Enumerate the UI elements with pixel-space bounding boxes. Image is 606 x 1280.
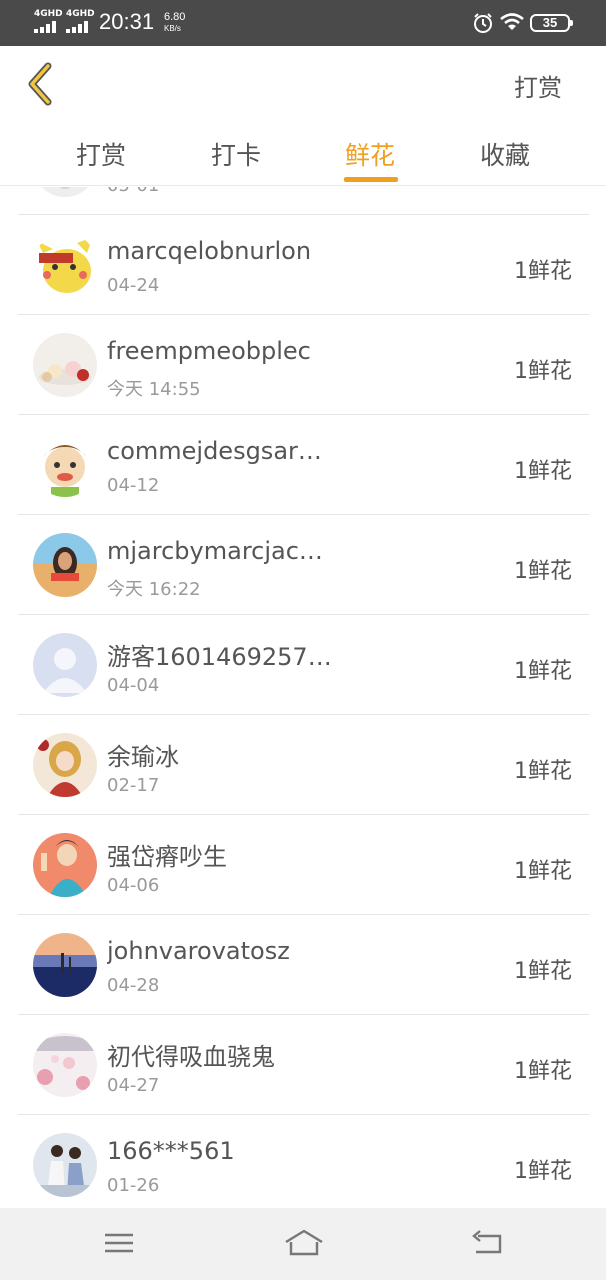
- return-icon[interactable]: [470, 1228, 504, 1258]
- wifi-icon: [500, 12, 524, 32]
- avatar: [33, 1133, 97, 1197]
- user-name: 初代得吸血骁鬼: [107, 1037, 275, 1072]
- tab-flowers[interactable]: 鲜花: [330, 136, 410, 172]
- list-item[interactable]: freempmeobplec 今天 14:55 1鲜花: [18, 315, 589, 415]
- item-date: 01-26: [107, 1175, 159, 1196]
- user-name: mjarcbymarcjac…: [107, 537, 323, 565]
- network-speed-unit: KB/s: [164, 23, 185, 34]
- avatar: [33, 433, 97, 497]
- tab-bar: 打赏 打卡 鲜花 收藏: [0, 124, 606, 186]
- list-item[interactable]: 166***561 01-26 1鲜花: [18, 1115, 589, 1208]
- user-name: commejdesgsar…: [107, 437, 322, 465]
- avatar: [33, 633, 97, 697]
- user-name: johnvarovatosz: [107, 937, 290, 965]
- tab-favorites[interactable]: 收藏: [465, 136, 545, 172]
- avatar: [33, 187, 97, 197]
- network-type-label: 4GHD: [66, 10, 95, 19]
- avatar: [33, 333, 97, 397]
- list-item[interactable]: 余瑜冰 02-17 1鲜花: [18, 715, 589, 815]
- user-name: marcqelobnurlon: [107, 237, 311, 265]
- list-item[interactable]: marcqelobnurlon 04-24 1鲜花: [18, 215, 589, 315]
- battery-level: 35: [543, 15, 557, 30]
- avatar: [33, 733, 97, 797]
- network-speed: 6.80 KB/s: [164, 12, 185, 34]
- chevron-left-icon[interactable]: [22, 60, 58, 108]
- flower-count: 1鲜花: [514, 753, 572, 785]
- app-header: 打赏: [0, 46, 606, 124]
- user-name: 166***561: [107, 1137, 235, 1165]
- list-item[interactable]: 05-01: [18, 187, 589, 215]
- user-name: 强岱瘠吵生: [107, 837, 227, 872]
- flower-count: 1鲜花: [514, 1053, 572, 1085]
- avatar: [33, 1033, 97, 1097]
- tab-reward[interactable]: 打赏: [61, 136, 141, 172]
- item-date: 04-12: [107, 475, 159, 496]
- flower-count: 1鲜花: [514, 553, 572, 585]
- system-nav-bar: [0, 1208, 606, 1280]
- signal-bars-icon: [34, 21, 60, 33]
- avatar: [33, 233, 97, 297]
- avatar: [33, 533, 97, 597]
- flower-list[interactable]: 05-01 marcqelobnurlon 04-24 1鲜花 freempme…: [0, 187, 606, 1208]
- user-name: freempmeobplec: [107, 337, 311, 365]
- signal-bars-icon: [66, 21, 92, 33]
- menu-icon[interactable]: [102, 1228, 136, 1258]
- flower-count: 1鲜花: [514, 953, 572, 985]
- item-date: 04-24: [107, 275, 159, 296]
- user-name: 游客1601469257…: [107, 637, 332, 672]
- tab-checkin[interactable]: 打卡: [196, 136, 276, 172]
- flower-count: 1鲜花: [514, 853, 572, 885]
- avatar: [33, 833, 97, 897]
- list-item[interactable]: 初代得吸血骁鬼 04-27 1鲜花: [18, 1015, 589, 1115]
- reward-button[interactable]: 打赏: [514, 68, 562, 103]
- item-date: 04-06: [107, 875, 159, 896]
- user-name: 余瑜冰: [107, 737, 179, 772]
- item-date: 04-28: [107, 975, 159, 996]
- flower-count: 1鲜花: [514, 353, 572, 385]
- item-date: 04-27: [107, 1075, 159, 1096]
- item-date: 今天 16:22: [107, 575, 201, 601]
- flower-count: 1鲜花: [514, 653, 572, 685]
- list-item[interactable]: 游客1601469257… 04-04 1鲜花: [18, 615, 589, 715]
- flower-count: 1鲜花: [514, 453, 572, 485]
- avatar: [33, 933, 97, 997]
- item-date: 今天 14:55: [107, 375, 201, 401]
- flower-count: 1鲜花: [514, 253, 572, 285]
- list-item[interactable]: johnvarovatosz 04-28 1鲜花: [18, 915, 589, 1015]
- clock: 20:31: [99, 9, 154, 35]
- battery-icon: 35: [530, 14, 570, 32]
- network-type-label: 4GHD: [34, 10, 63, 19]
- item-date: 04-04: [107, 675, 159, 696]
- alarm-icon: [472, 12, 494, 34]
- status-bar: 4GHD 4GHD 20:31 6.80 KB/s 35: [0, 0, 606, 46]
- item-date: 02-17: [107, 775, 159, 796]
- list-item[interactable]: mjarcbymarcjac… 今天 16:22 1鲜花: [18, 515, 589, 615]
- list-item[interactable]: 强岱瘠吵生 04-06 1鲜花: [18, 815, 589, 915]
- network-speed-value: 6.80: [164, 11, 185, 23]
- home-icon[interactable]: [284, 1228, 324, 1258]
- flower-count: 1鲜花: [514, 1153, 572, 1185]
- item-date: 05-01: [107, 187, 159, 196]
- list-item[interactable]: commejdesgsar… 04-12 1鲜花: [18, 415, 589, 515]
